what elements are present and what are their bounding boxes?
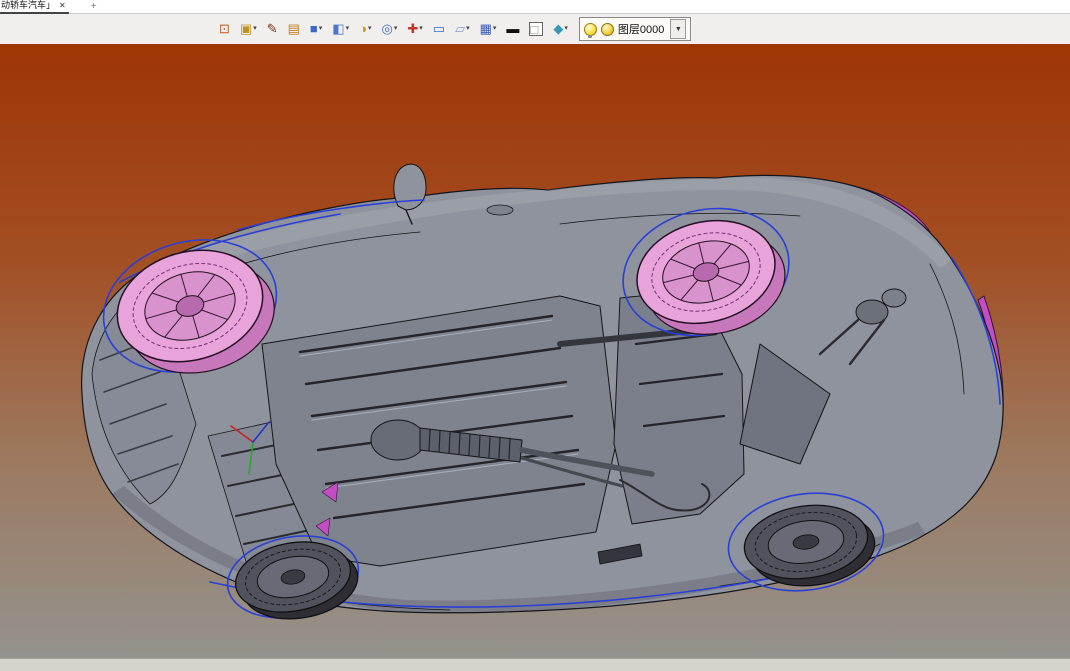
display-screen-dropdown-arrow-icon[interactable]: ▾ <box>493 25 497 33</box>
line-width-icon[interactable]: ▬ <box>503 16 522 42</box>
plane-grid-icon[interactable]: ▱ ▾ <box>452 16 473 42</box>
car-model <box>81 163 1004 620</box>
tab-title: 动轿车汽车」 <box>1 0 56 10</box>
layer-color-icon[interactable] <box>600 22 614 36</box>
material-shade-icon[interactable]: ◆ ▾ <box>550 16 571 42</box>
new-tab-button[interactable]: + <box>91 1 97 12</box>
layer-selector[interactable]: 图层0000 ▼ <box>578 17 692 41</box>
tab-bar: 动轿车汽车」 ✕ + <box>0 0 1070 14</box>
extrude-cube-icon[interactable]: ■ ▾ <box>307 16 325 42</box>
material-shade-dropdown-arrow-icon[interactable]: ▾ <box>564 25 568 33</box>
render-style-icon[interactable]: ▣ ▾ <box>237 16 260 42</box>
tab-close-icon[interactable]: ✕ <box>59 0 66 11</box>
plane-grid-dropdown-arrow-icon[interactable]: ▾ <box>466 25 470 33</box>
layer-dropdown-button[interactable]: ▼ <box>670 19 687 39</box>
import-view-icon[interactable]: ⊡ <box>216 16 233 42</box>
viewport[interactable] <box>0 44 1070 658</box>
extrude-cube-dropdown-arrow-icon[interactable]: ▾ <box>319 25 323 33</box>
application-window: 动轿车汽车」 ✕ + ⊡ ▣ ▾ ✎ ▤ ■ ▾ ◧ ▾ ◑ ▾ ◎ ▾ ✚ ▾ ▭ ▱ ▾ ▦ ▾ ▬ □ ◆ ▾ 图层00… <box>0 0 1070 671</box>
sphere-part-dropdown-arrow-icon[interactable]: ▾ <box>368 25 372 33</box>
toolbar-icons: ⊡ ▣ ▾ ✎ ▤ ■ ▾ ◧ ▾ ◑ ▾ ◎ ▾ ✚ ▾ ▭ ▱ ▾ ▦ ▾ ▬ □ ◆ ▾ <box>216 16 571 42</box>
render-style-dropdown-arrow-icon[interactable]: ▾ <box>253 25 257 33</box>
move-orient-dropdown-arrow-icon[interactable]: ▾ <box>419 25 423 33</box>
sphere-part-icon[interactable]: ◑ ▾ <box>356 16 374 42</box>
boolean-cube-icon[interactable]: ◧ ▾ <box>329 16 352 42</box>
select-window-icon[interactable]: ▭ <box>430 16 448 42</box>
sketch-pen-icon[interactable]: ✎ <box>264 16 281 42</box>
layer-label: 图层0000 <box>617 24 665 36</box>
zoom-search-icon[interactable]: ◎ ▾ <box>378 16 400 42</box>
display-screen-icon[interactable]: ▦ ▾ <box>477 16 500 42</box>
toolbar: ⊡ ▣ ▾ ✎ ▤ ■ ▾ ◧ ▾ ◑ ▾ ◎ ▾ ✚ ▾ ▭ ▱ ▾ ▦ ▾ ▬ □ ◆ ▾ 图层0000 ▼ <box>0 14 1070 44</box>
move-orient-icon[interactable]: ✚ ▾ <box>404 16 425 42</box>
solid-box-icon[interactable]: ▤ <box>285 16 303 42</box>
layer-visibility-bulb-icon[interactable] <box>583 22 597 38</box>
document-tab[interactable]: 动轿车汽车」 ✕ <box>0 0 69 14</box>
color-swatch-icon[interactable]: □ <box>526 16 546 42</box>
boolean-cube-dropdown-arrow-icon[interactable]: ▾ <box>346 25 350 33</box>
status-bar <box>0 658 1070 671</box>
zoom-search-dropdown-arrow-icon[interactable]: ▾ <box>394 25 398 33</box>
